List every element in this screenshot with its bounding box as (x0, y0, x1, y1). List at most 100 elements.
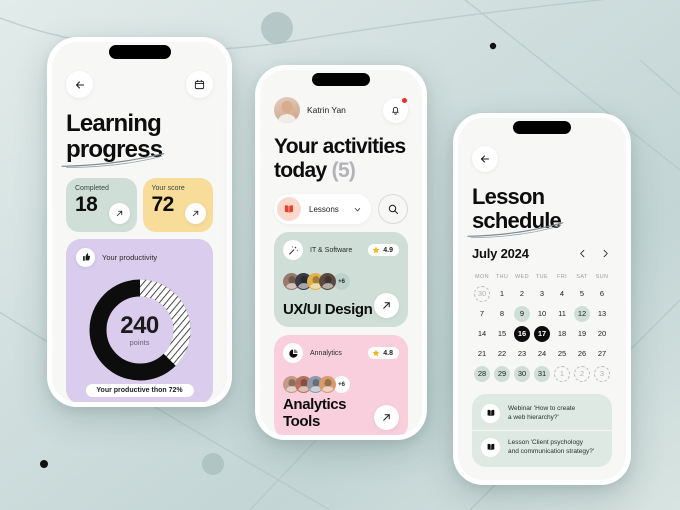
calendar-weekday: TUE (535, 273, 549, 280)
event-text: Lesson 'Client psychology and communicati… (508, 438, 594, 457)
calendar-day-5[interactable]: 5 (572, 284, 592, 304)
title-line-1: Lesson (472, 184, 545, 209)
course-category: IT & Software (310, 246, 353, 254)
calendar-weekday: FRI (556, 273, 568, 280)
calendar-day-13[interactable]: 13 (592, 304, 612, 324)
activity-count: (5) (331, 158, 356, 182)
calendar-day-23[interactable]: 23 (512, 344, 532, 364)
calendar-day-20[interactable]: 20 (592, 324, 612, 344)
course-card[interactable]: IT & Software 4.9 +6 UX/UI Design (274, 232, 408, 328)
stats-row: Completed 18 Your score 72 (66, 177, 213, 232)
calendar-day-3[interactable]: 3 (592, 364, 612, 384)
calendar-button[interactable] (186, 71, 213, 98)
course-open-button[interactable] (374, 293, 399, 319)
month-label: July 2024 (472, 245, 529, 261)
stat-label: Completed (75, 184, 109, 192)
course-participants[interactable]: +6 (283, 376, 399, 394)
stat-card-completed[interactable]: Completed 18 (66, 177, 137, 232)
back-button[interactable] (66, 71, 93, 98)
stat-card-score[interactable]: Your score 72 (142, 177, 213, 232)
notification-dot (402, 97, 407, 103)
calendar-day-4[interactable]: 4 (552, 284, 572, 304)
calendar-day-marker: 30 (514, 365, 530, 382)
thumbs-up-button[interactable] (76, 247, 95, 267)
calendar-day-16[interactable]: 16 (512, 324, 532, 344)
calendar-day-27[interactable]: 27 (592, 344, 612, 364)
calendar-day-21[interactable]: 21 (472, 344, 492, 364)
calendar-day-22[interactable]: 22 (492, 344, 512, 364)
calendar-day-12[interactable]: 12 (572, 304, 592, 324)
calendar-weekday: SUN (595, 273, 609, 280)
calendar-day-14[interactable]: 14 (472, 324, 492, 344)
calendar-day-marker: 28 (474, 365, 490, 382)
calendar-day-17[interactable]: 17 (532, 324, 552, 344)
calendar-day-marker: 9 (514, 305, 530, 322)
calendar-day-9[interactable]: 9 (512, 304, 532, 324)
prev-month-button[interactable] (575, 246, 589, 260)
star-icon (372, 349, 380, 357)
month-navigator: July 2024 (472, 246, 612, 261)
event-item[interactable]: Webinar 'How to create a web hierarchy?' (472, 397, 612, 430)
stat-open-button[interactable] (108, 202, 130, 224)
magic-wand-icon (288, 245, 298, 255)
course-participants[interactable]: +6 (283, 273, 399, 291)
back-button[interactable] (472, 146, 498, 172)
user-name: Katrin Yan (307, 105, 346, 115)
calendar-day-7[interactable]: 7 (472, 304, 492, 324)
avatar[interactable] (274, 97, 300, 123)
course-category: Annalytics (310, 349, 342, 357)
course-card[interactable]: Annalytics 4.8 +6 Analytics Tools (274, 335, 408, 435)
lessons-dropdown[interactable]: Lessons (274, 194, 371, 225)
calendar-day-8[interactable]: 8 (492, 304, 512, 324)
title-underline-scribble (61, 152, 165, 168)
calendar-day-10[interactable]: 10 (532, 304, 552, 324)
next-month-button[interactable] (598, 246, 612, 260)
calendar-day-6[interactable]: 6 (592, 284, 612, 304)
calendar-day-2[interactable]: 2 (572, 364, 592, 384)
event-item[interactable]: Lesson 'Client psychology and communicati… (472, 429, 612, 464)
book-icon (487, 443, 494, 451)
calendar-day-15[interactable]: 15 (492, 324, 512, 344)
title-line-2: today (274, 158, 327, 182)
course-header: IT & Software 4.9 (283, 240, 399, 261)
calendar-day-31[interactable]: 31 (532, 364, 552, 384)
calendar-day-24[interactable]: 24 (532, 344, 552, 364)
chevron-down-icon (354, 207, 361, 211)
calendar-day-18[interactable]: 18 (552, 324, 572, 344)
dynamic-island (513, 121, 571, 134)
calendar-day-3[interactable]: 3 (532, 284, 552, 304)
calendar-weekday: MON (474, 273, 490, 280)
page-title: Your activities today (5) (274, 135, 408, 182)
productivity-header: Your productivity (76, 247, 203, 267)
calendar-day-28[interactable]: 28 (472, 364, 492, 384)
course-name: Analytics Tools (283, 396, 347, 431)
search-button[interactable] (378, 194, 408, 225)
calendar-day-26[interactable]: 26 (572, 344, 592, 364)
notifications-button[interactable] (383, 97, 408, 123)
calendar-day-25[interactable]: 25 (552, 344, 572, 364)
calendar-week-row: 21 22 23 24 25 26 27 (472, 344, 612, 364)
calendar-day-marker: 12 (574, 305, 590, 322)
arrow-up-right-icon (192, 210, 199, 216)
rating-value: 4.9 (383, 246, 393, 254)
calendar-day-2[interactable]: 2 (512, 284, 532, 304)
arrow-left-icon (480, 155, 490, 163)
calendar-weekday: THU (495, 273, 509, 280)
book-icon-wrap (277, 197, 301, 222)
event-text: Webinar 'How to create a web hierarchy?' (508, 404, 575, 423)
calendar-day-29[interactable]: 29 (492, 364, 512, 384)
calendar-day-11[interactable]: 11 (552, 304, 572, 324)
stat-open-button[interactable] (185, 202, 206, 224)
calendar-day-1[interactable]: 1 (552, 364, 572, 384)
calendar-day-30[interactable]: 30 (472, 284, 492, 304)
calendar-week-row: 7 8 9 10 11 12 13 (472, 304, 612, 324)
calendar-day-marker: 30 (474, 285, 490, 302)
book-icon-wrap (481, 437, 500, 457)
course-open-button[interactable] (374, 405, 399, 431)
calendar-day-19[interactable]: 19 (572, 324, 592, 344)
title-line-2-wrap: schedule (467, 208, 564, 238)
calendar-day-30[interactable]: 30 (512, 364, 532, 384)
calendar-day-marker: 3 (594, 365, 610, 382)
phone-mockups: Learning progress Completed 18 Your scor… (0, 0, 680, 510)
calendar-day-1[interactable]: 1 (492, 284, 512, 304)
